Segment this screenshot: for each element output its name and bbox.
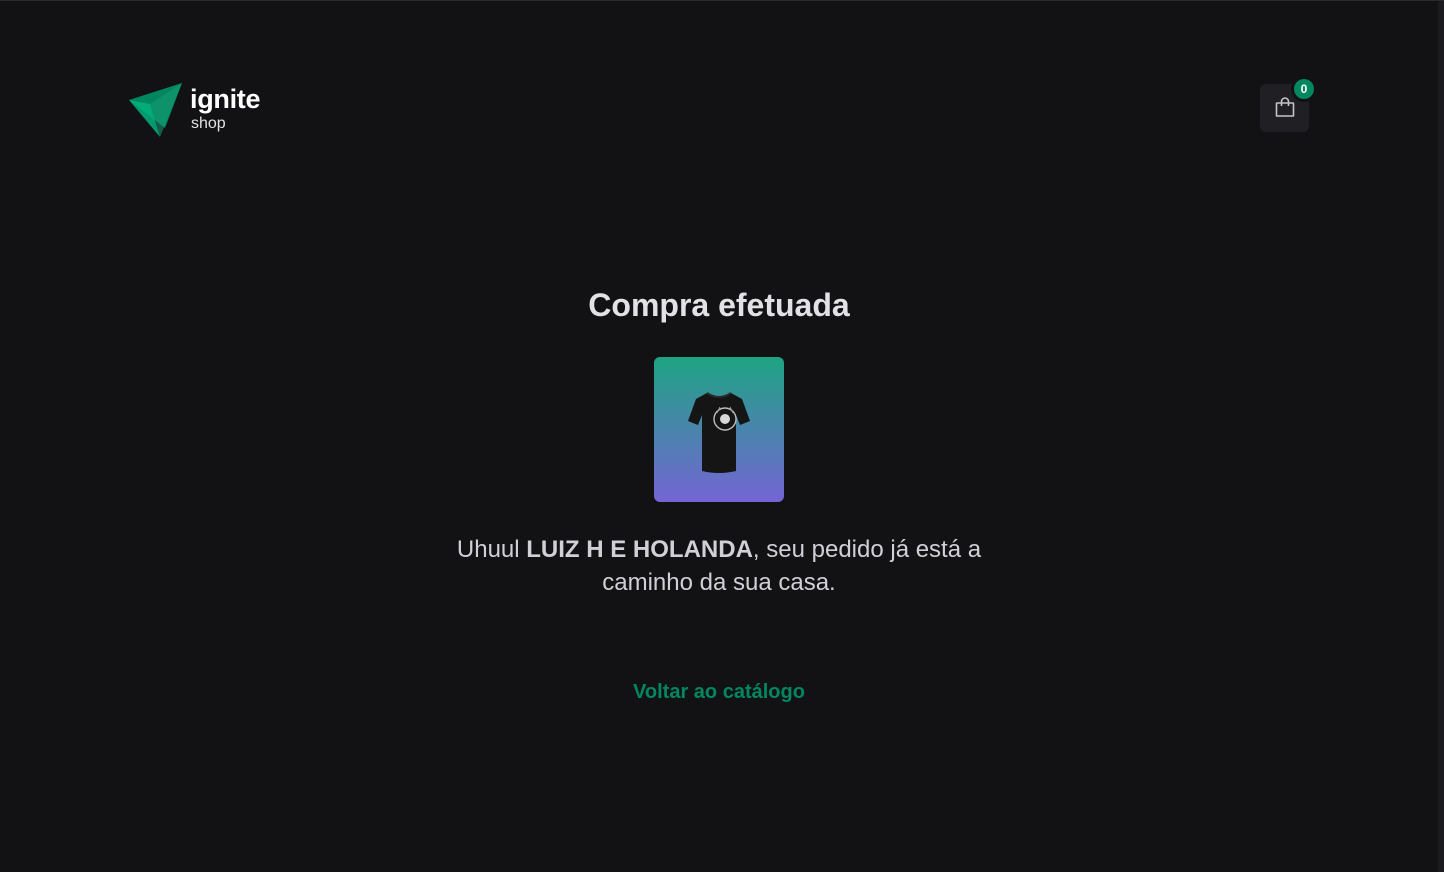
ignite-logo-icon bbox=[129, 83, 182, 137]
success-page: ignite shop 0 Compra efetuada Uhuul LUIZ… bbox=[0, 0, 1444, 872]
customer-name: LUIZ H E HOLANDA bbox=[526, 536, 753, 563]
logo-link[interactable]: ignite shop bbox=[128, 83, 261, 137]
product-image bbox=[654, 357, 784, 502]
cart-count-badge: 0 bbox=[1291, 76, 1317, 102]
page-title: Compra efetuada bbox=[588, 287, 850, 323]
logo-title: ignite bbox=[190, 84, 261, 114]
shopping-bag-icon bbox=[1275, 97, 1294, 117]
tshirt-image bbox=[688, 391, 750, 473]
logo-subtitle: shop bbox=[191, 115, 226, 132]
back-to-catalog-link[interactable]: Voltar ao catálogo bbox=[0, 681, 1438, 704]
message-prefix: Uhuul bbox=[456, 536, 527, 563]
logo-text: ignite shop bbox=[190, 83, 261, 132]
success-message: Uhuul LUIZ H E HOLANDA, seu pedido já es… bbox=[444, 533, 994, 599]
window-edge bbox=[1438, 1, 1444, 872]
